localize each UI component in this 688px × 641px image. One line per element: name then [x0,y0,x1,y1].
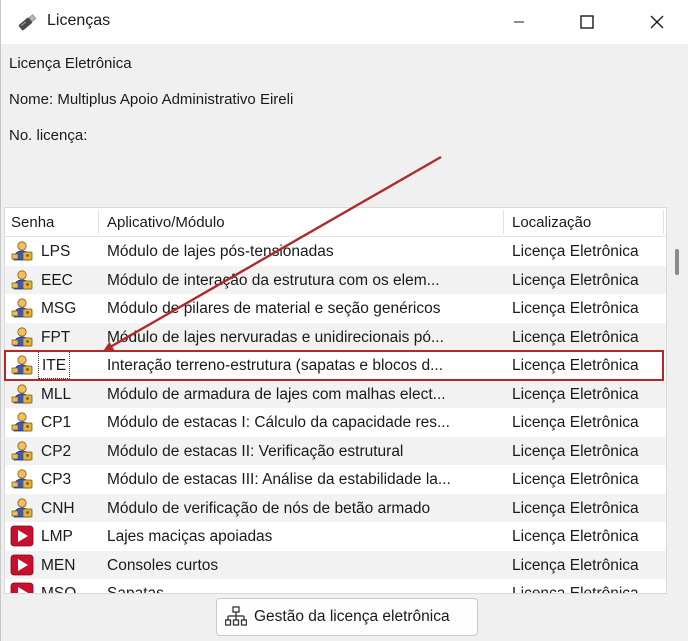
maximize-icon [580,15,594,29]
row-code: FPT [41,328,71,346]
close-button[interactable] [634,0,680,44]
network-icon [225,606,247,626]
license-name-label: Nome: Multiplus Apoio Administrativo Eir… [9,91,294,108]
table-row[interactable]: LMP Lajes maciças apoiadas Licença Eletrôn… [5,522,666,550]
row-module: Lajes maciças apoiadas [107,528,273,545]
row-module: Módulo de interação da estrutura com os … [107,271,440,289]
row-module: Módulo de estacas I: Cálculo da capacida… [107,414,450,431]
table-row[interactable]: MLL Módulo de armadura de lajes com malha… [5,379,666,408]
row-module: Módulo de estacas III: Análise da estabi… [107,471,451,488]
row-location: Licença Eletrônica [512,385,639,403]
column-header-location[interactable]: Localização [506,208,663,236]
key-user-icon [10,497,34,519]
row-location: Licença Eletrônica [512,585,639,594]
row-code: LPS [41,243,71,260]
table-row[interactable]: CP3 Módulo de estacas III: Análise da est… [5,465,666,493]
close-icon [650,15,664,29]
row-code: LMP [41,528,73,545]
licenses-window: Licenças Licença Eletrônica Nome: Multip… [0,0,688,641]
play-icon [10,525,34,547]
row-location: Licença Eletrônica [512,271,639,289]
table-row[interactable]: LPS Módulo de lajes pós-tensionadas Licenç… [5,237,666,265]
row-module: Módulo de pilares de material e seção ge… [107,300,441,317]
row-location: Licença Eletrônica [512,471,639,488]
manage-license-button[interactable]: Gestão da licença eletrônica [216,598,478,636]
column-divider[interactable] [663,210,664,234]
minimize-icon [514,21,524,23]
row-code: EEC [41,271,73,289]
key-user-icon [10,269,34,291]
row-module: Módulo de lajes nervuradas e unidirecion… [107,328,444,346]
annotation-highlight-box [4,350,664,381]
row-module: Sapatas [107,585,164,594]
row-location: Licença Eletrônica [512,243,639,260]
row-code: CNH [41,499,75,517]
table-row[interactable]: MSO Sapatas Licença Eletrônica [5,579,666,594]
row-code: MEN [41,556,76,574]
title-bar: Licenças [1,0,688,44]
row-module: Módulo de estacas II: Verificação estrut… [107,442,404,460]
table-row[interactable]: MEN Consoles curtos Licença Eletrônica [5,550,666,579]
usb-key-icon [18,14,37,31]
key-user-icon [10,240,34,262]
row-code: MLL [41,385,72,403]
row-location: Licença Eletrônica [512,414,639,431]
license-modules-list[interactable]: Senha Aplicativo/Módulo Localização LPS M… [4,207,667,594]
column-header-password[interactable]: Senha [5,208,98,236]
column-divider[interactable] [98,210,99,234]
row-location: Licença Eletrônica [512,442,639,460]
row-module: Módulo de lajes pós-tensionadas [107,243,334,260]
row-code: CP2 [41,442,72,460]
row-code: CP3 [41,471,72,488]
row-module: Módulo de verificação de nós de betão ar… [107,499,431,517]
row-code: CP1 [41,414,72,431]
table-row[interactable]: CP1 Módulo de estacas I: Cálculo da capac… [5,408,666,436]
row-location: Licença Eletrônica [512,556,639,574]
minimize-button[interactable] [496,0,542,44]
table-row[interactable]: MSG Módulo de pilares de material e seção… [5,294,666,322]
row-location: Licença Eletrônica [512,499,639,517]
scrollbar-thumb[interactable] [675,249,679,275]
key-user-icon [10,326,34,348]
window-title: Licenças [47,12,111,29]
row-module: Consoles curtos [107,556,219,574]
column-divider[interactable] [503,210,504,234]
play-icon [10,582,34,593]
table-row[interactable]: CP2 Módulo de estacas II: Verificação est… [5,436,666,465]
key-user-icon [10,468,34,490]
row-code: MSG [41,300,77,317]
maximize-button[interactable] [564,0,610,44]
row-module: Módulo de armadura de lajes com malhas e… [107,385,446,403]
column-header-module[interactable]: Aplicativo/Módulo [101,208,503,236]
key-user-icon [10,383,34,405]
play-icon [10,554,34,576]
table-row[interactable]: FPT Módulo de lajes nervuradas e unidirec… [5,322,666,351]
row-code: MSO [41,585,77,594]
license-type-label: Licença Eletrônica [9,55,132,72]
row-location: Licença Eletrônica [512,300,639,317]
key-user-icon [10,297,34,319]
row-location: Licença Eletrônica [512,328,639,346]
key-user-icon [10,411,34,433]
table-row[interactable]: CNH Módulo de verificação de nós de betão… [5,493,666,522]
table-row[interactable]: EEC Módulo de interação da estrutura com … [5,265,666,294]
manage-license-label: Gestão da licença eletrônica [254,608,450,625]
key-user-icon [10,440,34,462]
license-number-label: No. licença: [9,127,88,144]
vertical-scrollbar[interactable] [668,236,686,593]
row-location: Licença Eletrônica [512,528,639,545]
list-header: Senha Aplicativo/Módulo Localização [5,208,666,237]
